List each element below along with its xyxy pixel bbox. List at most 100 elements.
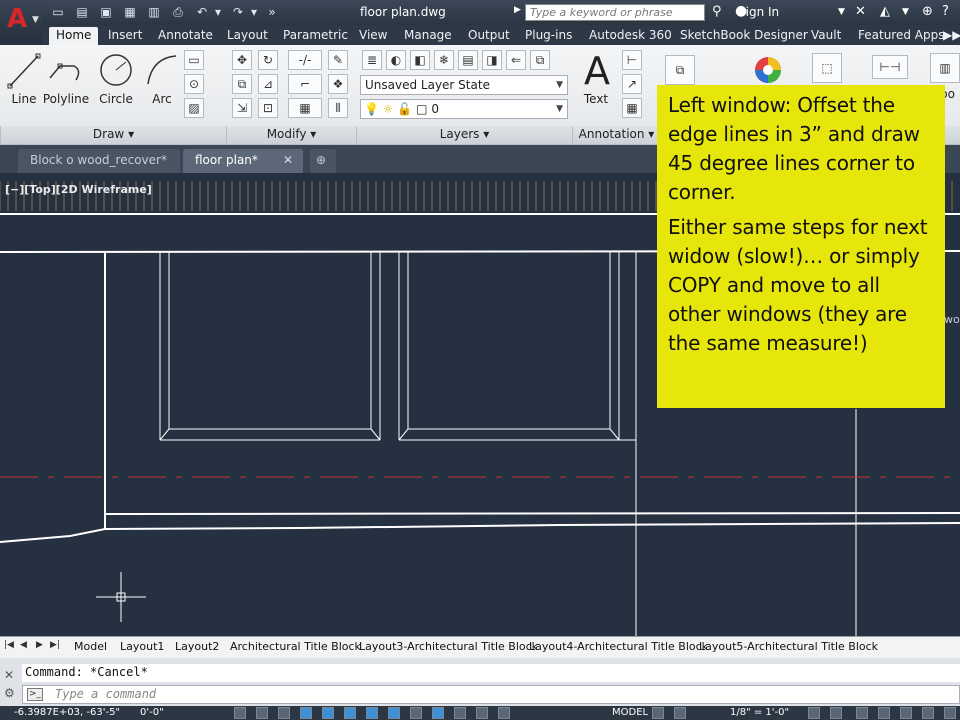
redo-icon[interactable]: ↷ [230,4,246,20]
layer-lock-icon[interactable]: ▤ [458,50,478,70]
stretch-icon[interactable]: ⇲ [232,98,252,118]
layout-tab-layout1[interactable]: Layout1 [120,640,164,653]
fillet-icon[interactable]: ⌐ [288,74,322,94]
tab-vault[interactable]: Vault [804,27,848,45]
stay-connected-icon[interactable]: ⊕ [922,4,933,19]
quick-view-layouts-icon[interactable] [652,707,664,719]
layer-match-icon[interactable]: ◨ [482,50,502,70]
doc-tab-floor-plan[interactable]: floor plan* ✕ [183,149,303,173]
tab-autodesk-360[interactable]: Autodesk 360 [582,27,679,45]
trim-icon[interactable]: -/- [288,50,322,70]
annotation-scale[interactable]: 1/8" = 1'-0" [730,707,789,718]
clean-screen-icon[interactable] [944,707,956,719]
layout-tab-layout3[interactable]: Layout3-Architectural Title Block [359,640,538,653]
tab-output[interactable]: Output [461,27,517,45]
erase-icon[interactable]: ✎ [328,50,348,70]
isolate-objects-icon[interactable] [922,707,934,719]
quick-view-drawings-icon[interactable] [674,707,686,719]
modify-panel-label[interactable]: Modify ▾ [226,126,356,144]
insert-block-icon[interactable]: ⧉ [665,55,695,85]
rectangle-icon[interactable]: ▭ [184,50,204,70]
search-expand-icon[interactable]: ▶ [514,5,521,15]
rotate-icon[interactable]: ↻ [258,50,278,70]
arc-tool-button[interactable]: Arc [138,50,186,106]
workspace-switching-icon[interactable] [856,707,868,719]
layer-walk-icon[interactable]: ⧉ [530,50,550,70]
layout-tab-layout2[interactable]: Layout2 [175,640,219,653]
quick-access-more-icon[interactable]: » [264,4,280,20]
tab-annotate[interactable]: Annotate [151,27,220,45]
scale-icon[interactable]: ⊡ [258,98,278,118]
first-layout-icon[interactable]: |◀ [4,640,14,650]
lineweight-icon[interactable] [454,707,466,719]
layer-select[interactable]: 💡 ☼ 🔓 □ 0 ▼ [360,99,568,119]
3d-object-snap-icon[interactable] [366,707,378,719]
measure-icon[interactable]: ⊢⊣ [872,55,908,79]
annotation-visibility-icon[interactable] [808,707,820,719]
exchange-apps-icon[interactable]: ✕ [855,4,866,19]
application-menu-button[interactable]: A ▼ [0,0,42,40]
tab-layout[interactable]: Layout [220,27,275,45]
tab-view[interactable]: View [352,27,394,45]
new-file-icon[interactable]: ▭ [50,4,66,20]
undo-dropdown-icon[interactable]: ▾ [210,4,226,20]
auto-scale-icon[interactable] [830,707,842,719]
tab-parametric[interactable]: Parametric [276,27,355,45]
table-icon[interactable]: ▦ [622,98,642,118]
tab-manage[interactable]: Manage [397,27,459,45]
group-icon[interactable]: ⬚ [812,53,842,83]
next-layout-icon[interactable]: ▶ [36,640,46,650]
layers-panel-label[interactable]: Layers ▾ [356,126,572,144]
autodesk-360-icon[interactable]: ◭ [880,4,890,19]
dynamic-input-icon[interactable] [432,707,444,719]
move-icon[interactable]: ✥ [232,50,252,70]
draw-panel-label[interactable]: Draw ▾ [0,126,226,144]
annotation-panel-label[interactable]: Annotation ▾ [572,126,660,144]
sign-in-button[interactable]: Sign In [738,5,779,19]
print-icon[interactable]: ⎙ [170,4,186,20]
ortho-mode-icon[interactable] [300,707,312,719]
coordinate-readout[interactable]: -6.3987E+03, -63'-5" [14,707,120,718]
tab-featured-apps[interactable]: Featured Apps [851,27,951,45]
help-icon[interactable]: ? [942,4,949,19]
clipboard-icon[interactable]: ▥ [930,53,960,83]
layer-properties-icon[interactable]: ≣ [362,50,382,70]
layer-isolate-icon[interactable]: ◧ [410,50,430,70]
doc-tab-block-o-wood[interactable]: Block o wood_recover* [18,149,180,173]
leader-icon[interactable]: ↗ [622,74,642,94]
layer-state-select[interactable]: Unsaved Layer State ▼ [360,75,568,95]
tab-insert[interactable]: Insert [101,27,149,45]
hardware-acceleration-icon[interactable] [900,707,912,719]
search-input[interactable]: Type a keyword or phrase [525,4,705,21]
plot-icon[interactable]: ▥ [146,4,162,20]
polar-tracking-icon[interactable] [322,707,334,719]
grid-display-icon[interactable] [278,707,290,719]
ribbon-more-tabs-icon[interactable]: ▶▶ [939,27,960,45]
undo-icon[interactable]: ↶ [194,4,210,20]
lock-ui-icon[interactable] [878,707,890,719]
infer-constraints-icon[interactable] [234,707,246,719]
tab-home[interactable]: Home [49,27,99,45]
open-folder-icon[interactable]: ▤ [74,4,90,20]
layer-off-icon[interactable]: ◐ [386,50,406,70]
redo-dropdown-icon[interactable]: ▾ [246,4,262,20]
viewport-controls-label[interactable]: [−][Top][2D Wireframe] [5,183,152,196]
signin-dropdown-icon[interactable]: ▼ [838,7,845,17]
array-icon[interactable]: ▦ [288,98,322,118]
close-icon[interactable]: ✕ [4,668,14,682]
help-dropdown-icon[interactable]: ▼ [902,7,909,17]
hatch-icon[interactable]: ▨ [184,98,204,118]
last-layout-icon[interactable]: ▶| [50,640,60,650]
tab-sketchbook-designer[interactable]: SketchBook Designer [673,27,815,45]
layer-previous-icon[interactable]: ⇐ [506,50,526,70]
save-as-icon[interactable]: ▦ [122,4,138,20]
offset-icon[interactable]: ⫴ [328,98,348,118]
command-input[interactable]: Type a command [22,685,960,704]
polyline-tool-button[interactable]: Polyline [42,50,90,106]
close-icon[interactable]: ✕ [283,149,293,172]
line-tool-button[interactable]: Line [0,50,48,106]
copy-icon[interactable]: ⧉ [232,74,252,94]
prev-layout-icon[interactable]: ◀ [20,640,30,650]
snap-mode-icon[interactable] [256,707,268,719]
command-prompt-icon[interactable]: >_ [27,688,43,701]
